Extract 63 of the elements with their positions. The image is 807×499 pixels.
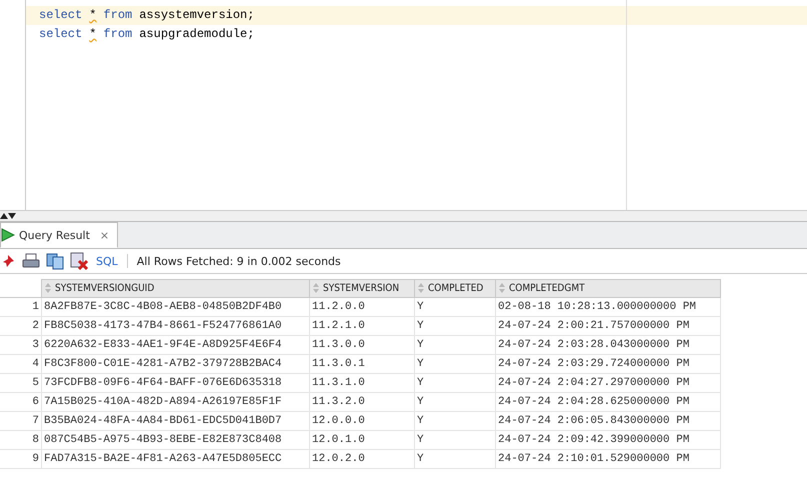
- table-cell: 24-07-24 2:03:28.043000000 PM: [496, 336, 720, 354]
- sort-icon: [45, 283, 51, 294]
- table-cell: Y: [414, 374, 496, 392]
- row-number: 6: [0, 392, 42, 412]
- table-cell: 24-07-24 2:04:28.625000000 PM: [496, 392, 720, 412]
- table-cell: 24-07-24 2:06:05.843000000 PM: [496, 412, 720, 430]
- sort-icon: [499, 283, 505, 294]
- collapse-arrows-icon[interactable]: [0, 213, 16, 219]
- row-number: 7: [0, 412, 42, 430]
- table-cell: 24-07-24 2:10:01.529000000 PM: [496, 450, 720, 468]
- row-number: 2: [0, 316, 42, 336]
- table-cell: Y: [414, 430, 496, 450]
- table-cell: 12.0.2.0: [310, 450, 414, 468]
- table-cell: Y: [414, 450, 496, 468]
- close-icon[interactable]: ×: [100, 228, 110, 242]
- play-icon: [1, 228, 15, 242]
- column-header[interactable]: COMPLETED: [414, 280, 496, 298]
- table-cell: 02-08-18 10:28:13.000000000 PM: [496, 298, 720, 316]
- table-cell: 11.2.1.0: [310, 316, 414, 336]
- table-cell: F8C3F800-C01E-4281-A7B2-379728B2BAC4: [42, 354, 310, 374]
- pin-icon[interactable]: [2, 253, 16, 269]
- row-number: 8: [0, 430, 42, 450]
- table-cell: FB8C5038-4173-47B4-8661-F524776861A0: [42, 316, 310, 336]
- table-cell: 8A2FB87E-3C8C-4B08-AEB8-04850B2DF4B0: [42, 298, 310, 316]
- table-cell: 12.0.0.0: [310, 412, 414, 430]
- code-line: select * from asupgrademodule;: [39, 26, 256, 43]
- table-cell: 6220A632-E833-4AE1-9F4E-A8D925F4E6F4: [42, 336, 310, 354]
- column-header[interactable]: COMPLETEDGMT: [496, 280, 720, 298]
- table-cell: 73FCDFB8-09F6-4F64-BAFF-076E6D635318: [42, 374, 310, 392]
- table-cell: 11.3.1.0: [310, 374, 414, 392]
- table-cell: 11.3.0.0: [310, 336, 414, 354]
- column-header[interactable]: SYSTEMVERSION: [310, 280, 414, 298]
- table-cell: 24-07-24 2:00:21.757000000 PM: [496, 316, 720, 336]
- table-cell: Y: [414, 298, 496, 316]
- table-cell: Y: [414, 336, 496, 354]
- table-cell: 24-07-24 2:03:29.724000000 PM: [496, 354, 720, 374]
- row-number: 1: [0, 298, 42, 316]
- row-number: 3: [0, 336, 42, 354]
- print-icon[interactable]: [22, 253, 40, 269]
- table-cell: 24-07-24 2:09:42.399000000 PM: [496, 430, 720, 450]
- table-cell: Y: [414, 354, 496, 374]
- table-cell: 087C54B5-A975-4B93-8EBE-E82E873C8408: [42, 430, 310, 450]
- table-cell: 24-07-24 2:04:27.297000000 PM: [496, 374, 720, 392]
- query-result-tab[interactable]: Query Result ×: [0, 222, 118, 248]
- table-cell: 7A15B025-410A-482D-A894-A26197E85F1F: [42, 392, 310, 412]
- table-cell: B35BA024-48FA-4A84-BD61-EDC5D041B0D7: [42, 412, 310, 430]
- table-cell: 11.2.0.0: [310, 298, 414, 316]
- table-cell: 11.3.0.1: [310, 354, 414, 374]
- sort-icon: [418, 283, 424, 294]
- column-header[interactable]: SYSTEMVERSIONGUID: [42, 280, 310, 298]
- table-cell: Y: [414, 412, 496, 430]
- status-text: All Rows Fetched: 9 in 0.002 seconds: [136, 254, 341, 268]
- sort-icon: [313, 283, 319, 294]
- table-cell: Y: [414, 392, 496, 412]
- row-number: 4: [0, 354, 42, 374]
- table-cell: 12.0.1.0: [310, 430, 414, 450]
- sql-link[interactable]: SQL: [96, 254, 118, 268]
- table-cell: FAD7A315-BA2E-4F81-A263-A47E5D805ECC: [42, 450, 310, 468]
- table-cell: 11.3.2.0: [310, 392, 414, 412]
- delete-icon[interactable]: [70, 252, 88, 270]
- table-cell: Y: [414, 316, 496, 336]
- row-number: 9: [0, 450, 42, 468]
- row-number: 5: [0, 374, 42, 392]
